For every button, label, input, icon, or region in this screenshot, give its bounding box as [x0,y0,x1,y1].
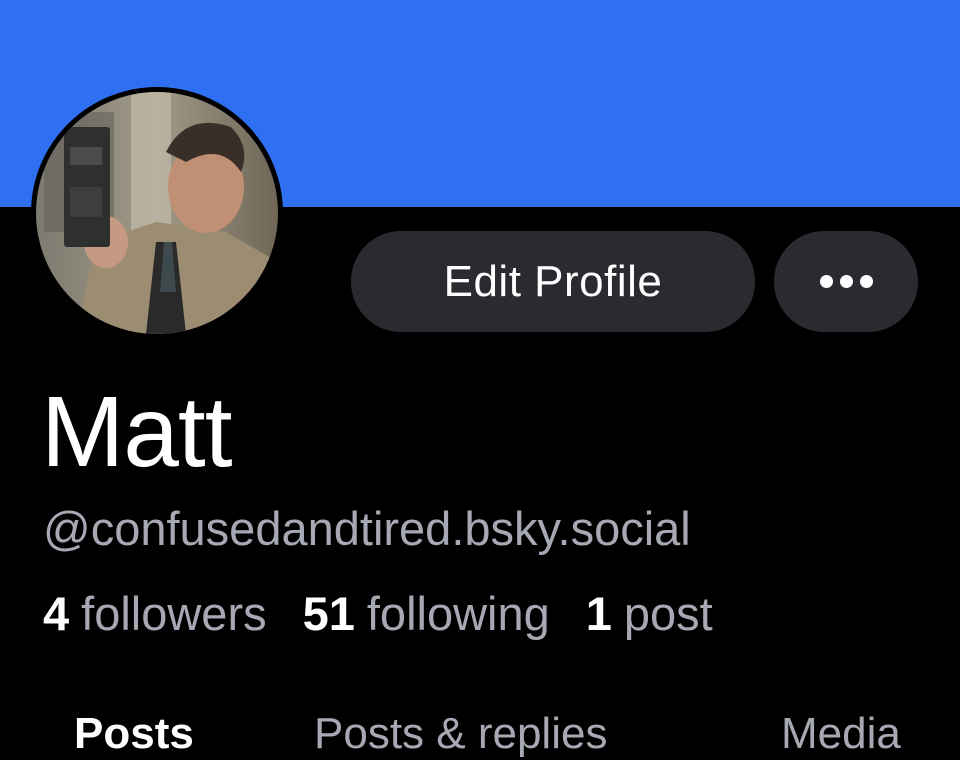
edit-profile-label: Edit Profile [443,256,663,306]
posts-stat: 1 post [586,585,713,643]
followers-label: followers [81,587,267,640]
edit-profile-button[interactable]: Edit Profile [351,231,755,332]
profile-tabs: Posts Posts & replies Media [0,700,960,758]
tab-media[interactable]: Media [781,708,901,760]
followers-count: 4 [43,587,70,640]
more-options-button[interactable] [774,231,918,332]
profile-stats: 4 followers 51 following 1 post [43,585,713,643]
profile-avatar[interactable] [31,87,283,339]
posts-label: post [623,587,713,640]
following-count: 51 [302,587,355,640]
following-label: following [366,587,550,640]
profile-name: Matt [41,376,232,488]
following-stat[interactable]: 51 following [303,585,550,643]
avatar-photo [36,92,278,334]
followers-stat[interactable]: 4 followers [43,585,267,643]
tab-posts-and-replies[interactable]: Posts & replies [314,708,607,760]
tab-posts[interactable]: Posts [74,708,194,760]
posts-count: 1 [585,587,612,640]
profile-handle: @confusedandtired.bsky.social [43,502,691,555]
ellipsis-icon [819,275,873,288]
